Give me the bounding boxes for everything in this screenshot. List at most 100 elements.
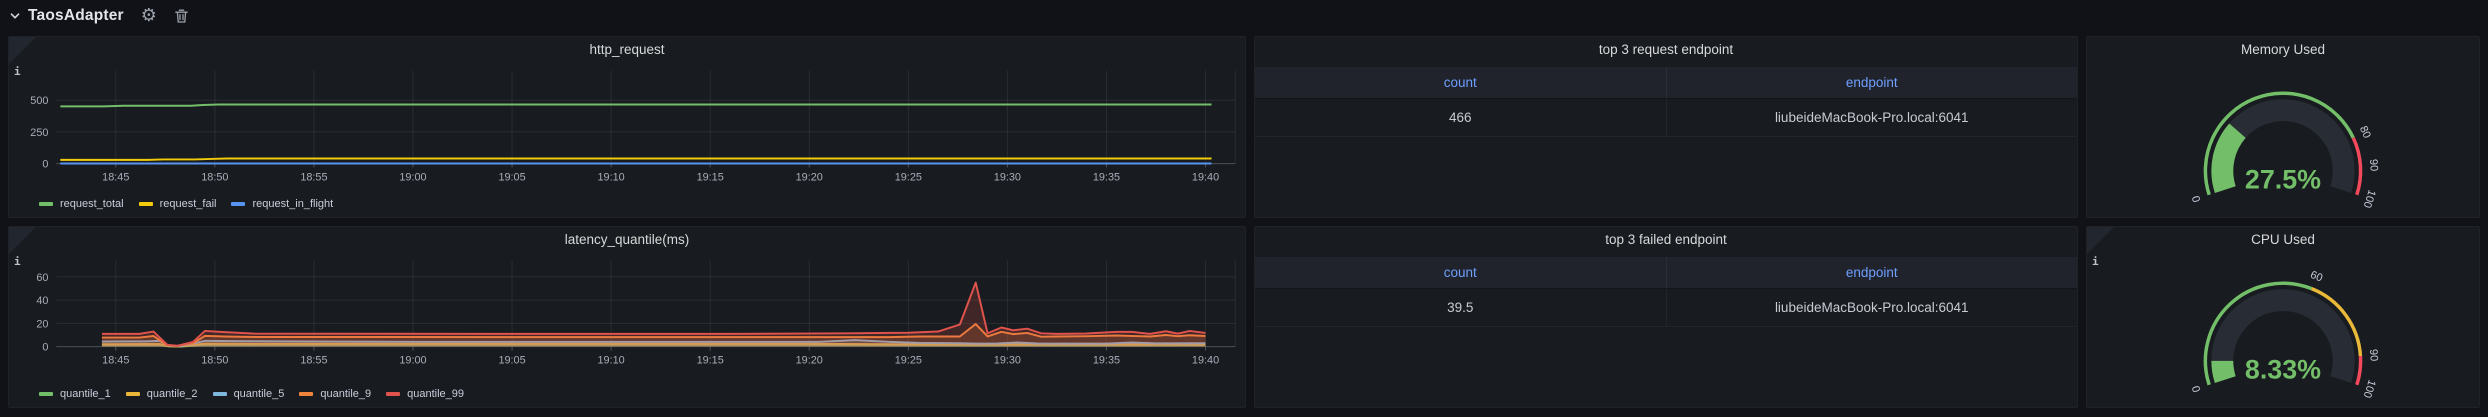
legend-label: quantile_5: [234, 388, 285, 400]
grafana-dashboard: TaosAdapter ⚙ i http_request 0 250 500 18:4…: [0, 0, 2488, 417]
gear-icon: ⚙: [141, 7, 157, 25]
legend-item-quantile_99[interactable]: quantile_99: [386, 388, 464, 400]
chart-legend: request_total request_fail request_in_flig…: [39, 198, 333, 210]
legend-item-quantile_1[interactable]: quantile_1: [39, 388, 111, 400]
y-tick-label: 500: [30, 95, 48, 107]
legend-item-request_in_flight[interactable]: request_in_flight: [231, 198, 333, 210]
y-tick-label: 40: [36, 295, 48, 307]
x-tick-label: 19:30: [994, 171, 1021, 183]
legend-swatch: [39, 202, 53, 206]
legend-label: request_in_flight: [252, 198, 333, 210]
legend-swatch: [231, 202, 245, 206]
panel-info-corner[interactable]: i: [9, 227, 36, 254]
gauge-tick-label: 90: [2367, 159, 2380, 172]
panel-latency-quantile: i latency_quantile(ms) 020406018:4518:50…: [8, 226, 1246, 408]
legend-label: request_total: [60, 198, 124, 210]
legend-swatch: [213, 392, 227, 396]
table-row: 39.5 liubeideMacBook-Pro.local:6041: [1255, 289, 2077, 327]
trash-icon: [174, 8, 189, 24]
x-tick-label: 19:25: [895, 354, 922, 366]
legend-item-request_fail[interactable]: request_fail: [139, 198, 217, 210]
gauge-value-arc: [2222, 361, 2225, 380]
x-tick-label: 19:00: [399, 171, 426, 183]
row-delete-button[interactable]: [174, 8, 189, 24]
panel-title[interactable]: CPU Used: [2087, 232, 2479, 247]
table-header-count[interactable]: count: [1255, 67, 1666, 98]
info-icon: i: [14, 255, 21, 268]
y-tick-label: 0: [42, 342, 48, 354]
x-tick-label: 19:35: [1093, 171, 1120, 183]
legend-item-quantile_2[interactable]: quantile_2: [126, 388, 198, 400]
x-tick-label: 19:05: [498, 171, 525, 183]
panel-cpu-used: i CPU Used 060901008.33%: [2086, 226, 2480, 408]
panel-title[interactable]: Memory Used: [2087, 42, 2479, 57]
legend-item-quantile_9[interactable]: quantile_9: [299, 388, 371, 400]
table-header-count[interactable]: count: [1255, 257, 1666, 288]
panel-title[interactable]: http_request: [9, 42, 1245, 57]
dashboard-row-header[interactable]: TaosAdapter ⚙: [0, 0, 189, 32]
cell-count: 39.5: [1255, 289, 1666, 326]
chart-legend: quantile_1 quantile_2 quantile_5 quantile_9…: [39, 388, 464, 400]
legend-item-request_total[interactable]: request_total: [39, 198, 124, 210]
x-tick-label: 19:05: [498, 354, 525, 366]
series-line-request_fail: [60, 159, 1211, 160]
x-tick-label: 18:55: [300, 354, 327, 366]
table-header-row: count endpoint: [1255, 257, 2077, 289]
legend-label: quantile_2: [147, 388, 198, 400]
x-tick-label: 18:50: [201, 171, 228, 183]
x-tick-label: 18:55: [300, 171, 327, 183]
legend-item-quantile_5[interactable]: quantile_5: [213, 388, 285, 400]
request-endpoint-table: count endpoint 466 liubeideMacBook-Pro.l…: [1255, 67, 2077, 137]
x-tick-label: 19:10: [598, 354, 625, 366]
cell-count: 466: [1255, 99, 1666, 136]
table-header-endpoint[interactable]: endpoint: [1666, 257, 2078, 288]
panel-http-request: i http_request 025050018:4518:5018:5519:…: [8, 36, 1246, 218]
x-tick-label: 19:15: [697, 354, 724, 366]
legend-label: quantile_9: [320, 388, 371, 400]
cpu-gauge: 060901008.33%: [2087, 249, 2479, 407]
http-request-chart[interactable]: 025050018:4518:5018:5519:0019:0519:1019:…: [9, 37, 1245, 217]
table-header-row: count endpoint: [1255, 67, 2077, 99]
latency-quantile-chart[interactable]: 020406018:4518:5018:5519:0019:0519:1019:…: [9, 227, 1245, 407]
row-settings-button[interactable]: ⚙: [141, 7, 157, 25]
x-tick-label: 19:00: [399, 354, 426, 366]
panel-title[interactable]: top 3 failed endpoint: [1255, 232, 2077, 247]
y-tick-label: 60: [36, 272, 48, 284]
gauge-tick-label: 60: [2309, 269, 2325, 285]
panel-info-corner[interactable]: i: [2087, 227, 2114, 254]
x-tick-label: 19:25: [895, 171, 922, 183]
x-tick-label: 19:40: [1192, 171, 1219, 183]
memory-gauge: 0809010027.5%: [2087, 59, 2479, 217]
chevron-down-icon[interactable]: [8, 9, 22, 23]
x-tick-label: 19:15: [697, 171, 724, 183]
panel-top3-failed-endpoint: top 3 failed endpoint count endpoint 39.…: [1254, 226, 2078, 408]
gauge-tick-label: 80: [2357, 124, 2373, 140]
x-tick-label: 19:40: [1192, 354, 1219, 366]
panel-title[interactable]: top 3 request endpoint: [1255, 42, 2077, 57]
x-tick-label: 19:30: [994, 354, 1021, 366]
panel-info-corner[interactable]: i: [9, 37, 36, 64]
legend-label: request_fail: [160, 198, 217, 210]
legend-swatch: [299, 392, 313, 396]
legend-swatch: [39, 392, 53, 396]
legend-swatch: [139, 202, 153, 206]
row-title[interactable]: TaosAdapter: [28, 7, 124, 25]
x-tick-label: 18:50: [201, 354, 228, 366]
table-header-endpoint[interactable]: endpoint: [1666, 67, 2078, 98]
failed-endpoint-table: count endpoint 39.5 liubeideMacBook-Pro.…: [1255, 257, 2077, 327]
series-line-request_total: [60, 105, 1211, 107]
x-tick-label: 19:35: [1093, 354, 1120, 366]
gauge-tick-label: 100: [2361, 378, 2378, 399]
panel-title[interactable]: latency_quantile(ms): [9, 232, 1245, 247]
panel-top3-request-endpoint: top 3 request endpoint count endpoint 46…: [1254, 36, 2078, 218]
x-tick-label: 19:20: [796, 354, 823, 366]
gauge-threshold-arc: [2357, 356, 2361, 385]
cell-endpoint: liubeideMacBook-Pro.local:6041: [1666, 289, 2078, 326]
y-tick-label: 250: [30, 127, 48, 139]
x-tick-label: 18:45: [102, 354, 129, 366]
x-tick-label: 19:10: [598, 171, 625, 183]
legend-swatch: [126, 392, 140, 396]
gauge-value-arc: [2222, 131, 2237, 190]
gauge-tick-label: 90: [2367, 349, 2380, 362]
gauge-value-text: 8.33%: [2245, 355, 2321, 385]
